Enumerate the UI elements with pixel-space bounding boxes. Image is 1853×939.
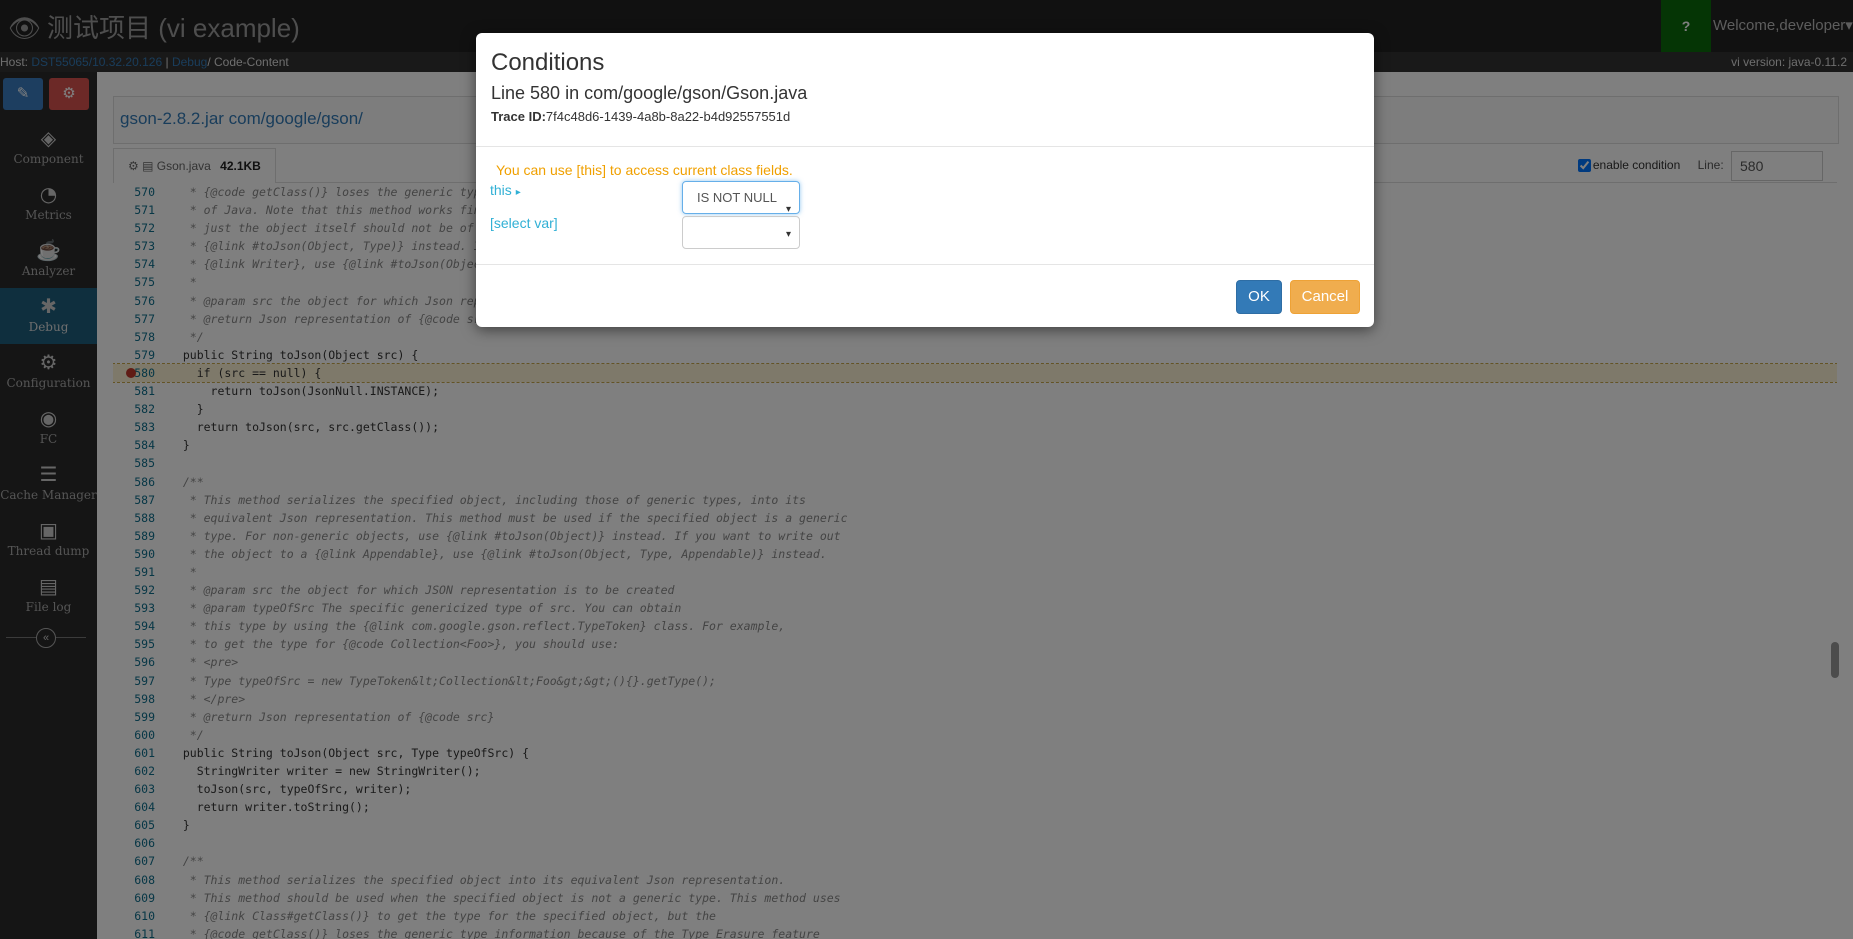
- conditions-dialog: Conditions Line 580 in com/google/gson/G…: [476, 33, 1374, 327]
- value-select[interactable]: ▾: [682, 216, 800, 249]
- play-icon: ▸: [515, 187, 521, 198]
- operator-select[interactable]: IS NOT NULL ▾: [682, 181, 800, 214]
- trace-label: Trace ID:: [491, 109, 546, 124]
- hint-text: You can use [this] to access current cla…: [496, 162, 793, 178]
- caret-down-icon: ▾: [785, 204, 791, 214]
- var-this-label: this: [490, 182, 512, 198]
- operator-value: IS NOT NULL: [697, 190, 777, 205]
- dialog-footer: OK Cancel: [476, 264, 1374, 328]
- dialog-header: Conditions Line 580 in com/google/gson/G…: [476, 33, 1374, 147]
- caret-down-icon: ▾: [785, 229, 791, 240]
- select-var-link[interactable]: [select var]: [490, 215, 558, 231]
- var-this-link[interactable]: this ▸: [490, 182, 521, 198]
- ok-button[interactable]: OK: [1236, 280, 1282, 314]
- dialog-subtitle: Line 580 in com/google/gson/Gson.java: [491, 83, 808, 103]
- trace-value: 7f4c48d6-1439-4a8b-8a22-b4d92557551d: [545, 109, 791, 124]
- dialog-title: Conditions: [491, 49, 605, 76]
- trace-id: Trace ID:7f4c48d6-1439-4a8b-8a22-b4d9255…: [491, 109, 790, 124]
- cancel-button[interactable]: Cancel: [1290, 280, 1360, 314]
